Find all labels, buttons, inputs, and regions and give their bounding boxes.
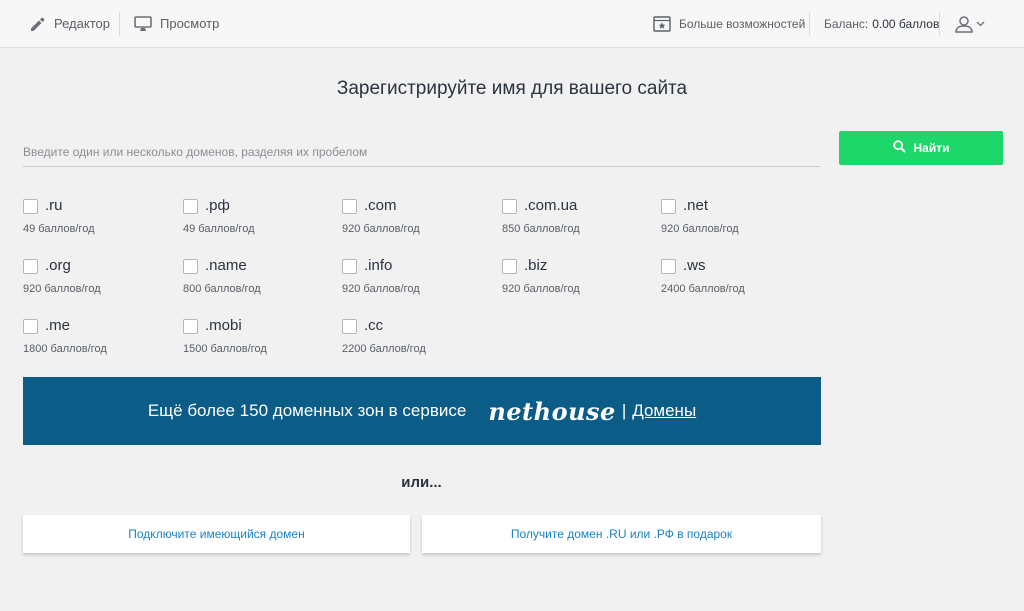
- domain-option: .ru 49 баллов/год: [23, 197, 173, 247]
- domain-search-input[interactable]: [23, 140, 820, 164]
- domain-checkbox[interactable]: [661, 259, 676, 274]
- domain-zone: .info: [364, 257, 393, 274]
- search-icon: [892, 140, 906, 156]
- domain-price: 800 баллов/год: [183, 283, 261, 295]
- domain-price: 2200 баллов/год: [342, 343, 426, 355]
- domain-option: .ws 2400 баллов/год: [661, 257, 811, 307]
- domain-option: .com 920 баллов/год: [342, 197, 492, 247]
- balance-value: 0.00 баллов: [872, 16, 940, 31]
- domain-price: 850 баллов/год: [502, 223, 580, 235]
- domain-checkbox[interactable]: [183, 319, 198, 334]
- domain-checkbox[interactable]: [342, 259, 357, 274]
- domain-option: .name 800 баллов/год: [183, 257, 333, 307]
- editor-button[interactable]: Редактор: [29, 0, 110, 47]
- domain-price: 920 баллов/год: [502, 283, 580, 295]
- page-title: Зарегистрируйте имя для вашего сайта: [336, 78, 688, 99]
- domain-option: .biz 920 баллов/год: [502, 257, 652, 307]
- domain-price: 920 баллов/год: [661, 223, 739, 235]
- find-button[interactable]: Найти: [839, 131, 1003, 165]
- domain-checkbox[interactable]: [183, 259, 198, 274]
- domain-zone: .org: [45, 257, 71, 274]
- star-window-icon: [653, 15, 671, 32]
- domain-zone: .net: [683, 197, 709, 214]
- more-features-label: Больше возможностей: [679, 16, 806, 31]
- domain-zone: .me: [45, 317, 71, 334]
- monitor-icon: [134, 15, 152, 32]
- preview-button[interactable]: Просмотр: [134, 0, 219, 47]
- user-menu-button[interactable]: [954, 0, 985, 47]
- domain-zone: .рф: [205, 197, 230, 214]
- domain-price: 920 баллов/год: [342, 223, 420, 235]
- domain-option: .cc 2200 баллов/год: [342, 317, 492, 367]
- chevron-down-icon: [976, 21, 985, 27]
- gift-domain-label: Получите домен .RU или .РФ в подарок: [510, 527, 733, 541]
- domain-checkbox[interactable]: [661, 199, 676, 214]
- pencil-icon: [29, 16, 45, 32]
- domain-option: .info 920 баллов/год: [342, 257, 492, 307]
- domain-checkbox[interactable]: [183, 199, 198, 214]
- domain-option: .com.ua 850 баллов/год: [502, 197, 652, 247]
- more-features-button[interactable]: Больше возможностей: [653, 0, 805, 47]
- domain-zone: .com: [364, 197, 397, 214]
- divider: [809, 12, 810, 36]
- domain-checkbox[interactable]: [23, 259, 38, 274]
- domain-price: 1800 баллов/год: [23, 343, 107, 355]
- editor-label: Редактор: [54, 16, 110, 31]
- balance-label: Баланс:: [824, 16, 869, 31]
- domain-zone: .biz: [524, 257, 548, 274]
- balance: Баланс: 0.00 баллов: [824, 0, 939, 47]
- gift-domain-button[interactable]: Получите домен .RU или .РФ в подарок: [422, 515, 821, 553]
- domain-price: 49 баллов/год: [183, 223, 255, 235]
- or-divider-text: или...: [401, 474, 442, 491]
- nethouse-domains-banner[interactable]: Ещё более 150 доменных зон в сервисе net…: [23, 377, 821, 445]
- domain-checkbox[interactable]: [342, 319, 357, 334]
- domain-zone: .name: [205, 257, 247, 274]
- domain-option: .org 920 баллов/год: [23, 257, 173, 307]
- domains-link[interactable]: Домены: [632, 401, 696, 421]
- domain-checkbox[interactable]: [502, 259, 517, 274]
- domain-zone: .cc: [364, 317, 384, 334]
- domain-price: 2400 баллов/год: [661, 283, 745, 295]
- domain-option: .me 1800 баллов/год: [23, 317, 173, 367]
- domain-price: 49 баллов/год: [23, 223, 95, 235]
- top-bar: Редактор Просмотр Больше возможностей Ба…: [0, 0, 1024, 48]
- divider: [939, 12, 940, 36]
- domain-price: 920 баллов/год: [342, 283, 420, 295]
- banner-divider: |: [621, 401, 627, 420]
- domain-checkbox[interactable]: [342, 199, 357, 214]
- domain-checkbox[interactable]: [23, 319, 38, 334]
- domain-price: 1500 баллов/год: [183, 343, 267, 355]
- domain-option: .net 920 баллов/год: [661, 197, 811, 247]
- domain-price: 920 баллов/год: [23, 283, 101, 295]
- user-icon: [954, 15, 974, 33]
- divider: [119, 12, 120, 36]
- banner-text: Ещё более 150 доменных зон в сервисе: [147, 401, 467, 420]
- domain-checkbox[interactable]: [502, 199, 517, 214]
- connect-existing-domain-button[interactable]: Подключите имеющийся домен: [23, 515, 410, 553]
- domain-zone: .ru: [45, 197, 63, 214]
- domain-zone: .mobi: [205, 317, 242, 334]
- nethouse-logo: nethouse: [488, 396, 616, 426]
- preview-label: Просмотр: [160, 16, 220, 31]
- domain-option: .mobi 1500 баллов/год: [183, 317, 333, 367]
- domain-zone: .ws: [683, 257, 706, 274]
- domain-checkbox[interactable]: [23, 199, 38, 214]
- search-field: [23, 140, 820, 167]
- find-button-label: Найти: [913, 141, 950, 155]
- connect-existing-domain-label: Подключите имеющийся домен: [128, 527, 305, 541]
- domain-option: .рф 49 баллов/год: [183, 197, 333, 247]
- domain-zone: .com.ua: [524, 197, 578, 214]
